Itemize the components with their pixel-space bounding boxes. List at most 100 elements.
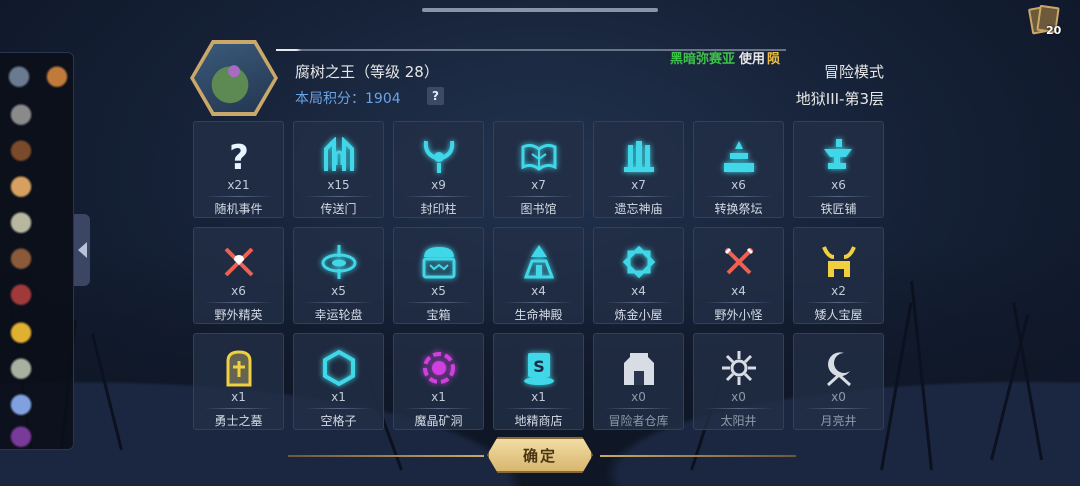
location-count: x1 <box>331 390 346 404</box>
tile-divider <box>704 302 773 303</box>
witch-hat-icon[interactable] <box>8 425 34 451</box>
location-label: 魔晶矿洞 <box>414 414 463 428</box>
location-tile[interactable]: x0 太阳井 <box>693 333 784 430</box>
owner-banner: 黑暗弥赛亚 使用陨 <box>670 48 780 67</box>
tile-divider <box>604 302 673 303</box>
shop-icon: S <box>519 348 559 388</box>
location-label: 遗忘神庙 <box>614 202 663 216</box>
tile-divider <box>404 196 473 197</box>
location-tile[interactable]: x5 宝箱 <box>393 227 484 324</box>
location-label: 生命神殿 <box>514 308 563 322</box>
pliers-icon[interactable] <box>8 103 34 129</box>
tile-divider <box>604 196 673 197</box>
tile-divider <box>604 408 673 409</box>
location-tile[interactable]: x1 魔晶矿洞 <box>393 333 484 430</box>
location-tile[interactable]: x0 冒险者仓库 <box>593 333 684 430</box>
location-count: x7 <box>531 178 546 192</box>
owner-tail: 陨 <box>767 52 781 67</box>
location-label: 月亮井 <box>820 414 857 428</box>
svg-text:?: ? <box>229 138 249 175</box>
bone-staff-icon[interactable] <box>8 175 34 201</box>
game-mode: 冒险模式 <box>823 63 884 81</box>
location-tile[interactable]: x0 月亮井 <box>793 333 884 430</box>
tile-divider <box>804 196 873 197</box>
tile-divider <box>204 302 273 303</box>
location-label: 幸运轮盘 <box>314 308 363 322</box>
portal-icon <box>319 136 359 176</box>
spell-book-icon[interactable] <box>8 283 34 309</box>
location-tile[interactable]: x7 遗忘神庙 <box>593 121 684 218</box>
location-count: x6 <box>231 284 246 298</box>
tile-divider <box>504 196 573 197</box>
gold-bars-icon[interactable] <box>8 321 34 347</box>
location-count: x0 <box>731 390 746 404</box>
location-label: 传送门 <box>320 202 357 216</box>
location-label: 图书馆 <box>520 202 557 216</box>
location-tile[interactable]: x4 野外小怪 <box>693 227 784 324</box>
location-count: x4 <box>631 284 646 298</box>
confirm-button[interactable]: 确定 <box>487 437 593 473</box>
location-tile[interactable]: x6 转换祭坛 <box>693 121 784 218</box>
location-label: 铁匠铺 <box>820 202 857 216</box>
location-tile[interactable]: x4 炼金小屋 <box>593 227 684 324</box>
score-label: 本局积分： <box>295 91 365 107</box>
score: 本局积分：1904 <box>295 88 401 108</box>
life-shrine-icon <box>519 242 559 282</box>
location-label: 冒险者仓库 <box>608 414 669 428</box>
mask-icon[interactable] <box>8 247 34 273</box>
svg-text:S: S <box>533 357 545 376</box>
tile-divider <box>504 302 573 303</box>
boss-name: 腐树之王（等级 28） <box>295 63 439 81</box>
stone-relic-icon[interactable] <box>6 65 32 91</box>
stone-idol-icon[interactable] <box>8 211 34 237</box>
relic-sidebar <box>0 52 74 451</box>
location-label: 封印柱 <box>420 202 457 216</box>
location-tile[interactable]: x5 幸运轮盘 <box>293 227 384 324</box>
location-count: x4 <box>731 284 746 298</box>
location-count: x15 <box>327 178 350 192</box>
score-value: 1904 <box>365 91 401 107</box>
tile-divider <box>504 408 573 409</box>
location-tile[interactable]: x6 野外精英 <box>193 227 284 324</box>
location-tile[interactable]: x6 铁匠铺 <box>793 121 884 218</box>
location-tile[interactable]: x1 空格子 <box>293 333 384 430</box>
tile-divider <box>804 408 873 409</box>
rune-tablet-icon[interactable] <box>8 357 34 383</box>
sidebar-collapse-button[interactable] <box>74 214 90 286</box>
tile-divider <box>704 196 773 197</box>
question-mark-icon: ? <box>219 136 259 176</box>
location-label: 野外精英 <box>214 308 263 322</box>
location-count: x6 <box>831 178 846 192</box>
location-count: x0 <box>631 390 646 404</box>
location-count: x5 <box>431 284 446 298</box>
tile-divider <box>404 408 473 409</box>
location-tile[interactable]: x9 封印柱 <box>393 121 484 218</box>
moon-well-icon <box>819 348 859 388</box>
score-help-button[interactable]: ? <box>427 87 444 105</box>
location-tile[interactable]: x1 勇士之墓 <box>193 333 284 430</box>
location-count: x4 <box>531 284 546 298</box>
crystal-mine-icon <box>419 348 459 388</box>
location-tile[interactable]: Sx1 地精商店 <box>493 333 584 430</box>
location-tile[interactable]: x15 传送门 <box>293 121 384 218</box>
scroll-map-icon[interactable] <box>44 65 70 91</box>
location-tile[interactable]: x4 生命神殿 <box>493 227 584 324</box>
tile-divider <box>204 408 273 409</box>
flower-icon[interactable] <box>8 393 34 419</box>
confirm-divider-left <box>288 455 484 457</box>
location-count: x1 <box>531 390 546 404</box>
drag-handle[interactable] <box>422 8 658 12</box>
temple-icon <box>619 136 659 176</box>
deck-count: 20 <box>1046 24 1062 37</box>
tile-divider <box>804 302 873 303</box>
location-count: x2 <box>831 284 846 298</box>
tile-divider <box>404 302 473 303</box>
location-label: 矮人宝屋 <box>814 308 863 322</box>
location-tile[interactable]: x7 图书馆 <box>493 121 584 218</box>
location-tile[interactable]: ? x21 随机事件 <box>193 121 284 218</box>
tile-divider <box>304 302 373 303</box>
tile-divider <box>304 408 373 409</box>
potion-bag-icon[interactable] <box>8 139 34 165</box>
location-tile[interactable]: x2 矮人宝屋 <box>793 227 884 324</box>
warehouse-icon <box>619 348 659 388</box>
